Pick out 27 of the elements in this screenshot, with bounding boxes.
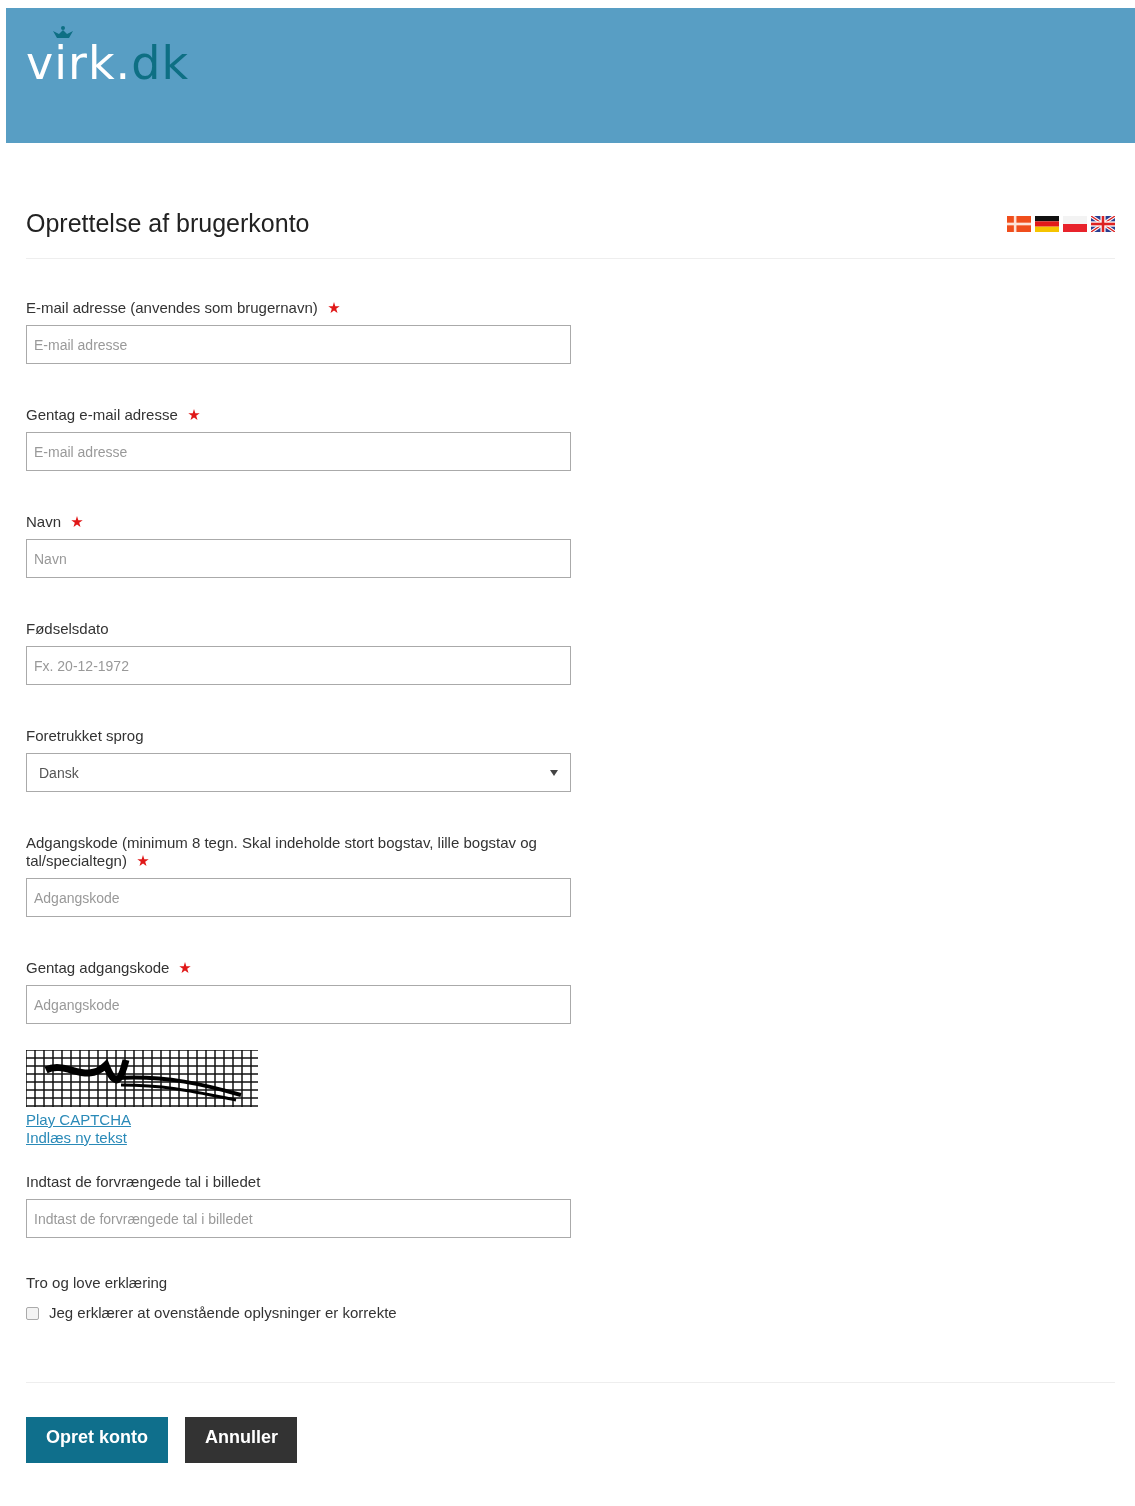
input-field[interactable]: Fx. 20-12-1972 [26, 646, 571, 685]
section-heading: Tro og love erklæring [26, 1274, 169, 1292]
field-label: Foretrukket sprog [26, 727, 145, 745]
page-title: Oprettelse af brugerkonto [26, 209, 310, 238]
checkbox[interactable] [26, 1306, 39, 1320]
field-label: Navn [26, 513, 571, 531]
flag-icon[interactable] [1091, 215, 1115, 232]
cancel-button[interactable]: Annuller [185, 1417, 297, 1463]
input-field[interactable]: E-mail adresse [26, 325, 571, 364]
language-select[interactable]: Dansk [26, 753, 571, 792]
field-label: Gentag adgangskode [26, 959, 571, 977]
captcha-field[interactable]: Indtast de forvrængede tal i billedet [26, 1199, 571, 1238]
captcha-link[interactable]: Indlæs ny tekst [26, 1129, 127, 1147]
input-field[interactable]: Navn [26, 539, 571, 578]
field-label: Indtast de forvrængede tal i billedet [26, 1173, 262, 1191]
caret-icon [550, 769, 558, 776]
field-label: Gentag e-mail adresse [26, 406, 571, 424]
field-label: Adgangskode (minimum 8 tegn. Skal indeholde stort bogstav, lille bogstav og tal/specialtegn) [26, 834, 538, 870]
input-field[interactable]: E-mail adresse [26, 432, 571, 471]
create-account-button[interactable]: Opret konto [26, 1417, 168, 1463]
flag-icon[interactable] [1035, 215, 1059, 232]
checkbox-label: Jeg erklærer at ovenstående oplysninger er korrekte [49, 1304, 397, 1322]
captcha-link[interactable]: Play CAPTCHA [26, 1111, 132, 1129]
field-label: Fødselsdato [26, 620, 110, 638]
field-label: E-mail adresse (anvendes som brugernavn) [26, 299, 571, 317]
password-field[interactable]: Adgangskode [26, 985, 571, 1024]
password-field[interactable]: Adgangskode [26, 878, 571, 917]
